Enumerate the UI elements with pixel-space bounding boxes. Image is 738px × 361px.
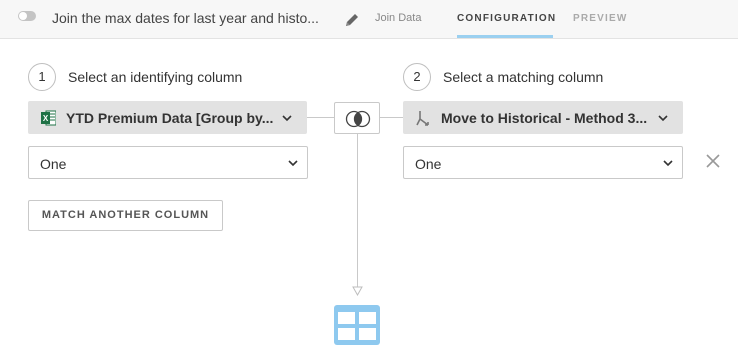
step-label-identifying: Select an identifying column [68,69,243,85]
join-type-button[interactable] [334,102,380,134]
left-column-value: One [40,156,67,172]
step-type-label: Join Data [375,12,422,24]
close-icon[interactable] [705,153,721,169]
excel-icon: X [41,110,56,126]
step-header: Join the max dates for last year and his… [0,0,738,39]
match-another-column-button[interactable]: MATCH ANOTHER COLUMN [28,200,223,231]
tab-preview[interactable]: PREVIEW [573,13,628,24]
left-dataset-selector[interactable]: X YTD Premium Data [Group by... [28,101,307,134]
connector-line-right [380,117,403,118]
right-dataset-name: Move to Historical - Method 3... [441,110,648,126]
left-dataset-name: YTD Premium Data [Group by... [66,110,274,126]
step-number-2: 2 [403,63,431,91]
step-label-matching: Select a matching column [443,69,604,85]
left-column-select[interactable]: One [28,146,308,179]
chevron-down-icon [658,115,668,122]
table-icon[interactable] [334,305,380,345]
toggle-knob [19,12,27,20]
chevron-down-icon [663,160,673,167]
active-tab-indicator [457,35,553,38]
svg-text:X: X [43,114,49,123]
pencil-icon[interactable] [344,12,360,28]
step-number-1: 1 [28,63,56,91]
dataflow-icon [416,111,429,126]
step-title[interactable]: Join the max dates for last year and his… [52,10,334,26]
chevron-down-icon [282,115,292,122]
right-column-select[interactable]: One [403,146,683,179]
connector-line-left [307,117,334,118]
right-dataset-selector[interactable]: Move to Historical - Method 3... [403,101,683,134]
output-connector-line [357,134,358,288]
venn-diagram-icon [345,110,371,128]
tab-configuration[interactable]: CONFIGURATION [457,13,556,24]
step-toggle[interactable] [18,11,36,21]
arrow-down-icon [352,286,363,296]
right-column-value: One [415,156,442,172]
chevron-down-icon [288,160,298,167]
